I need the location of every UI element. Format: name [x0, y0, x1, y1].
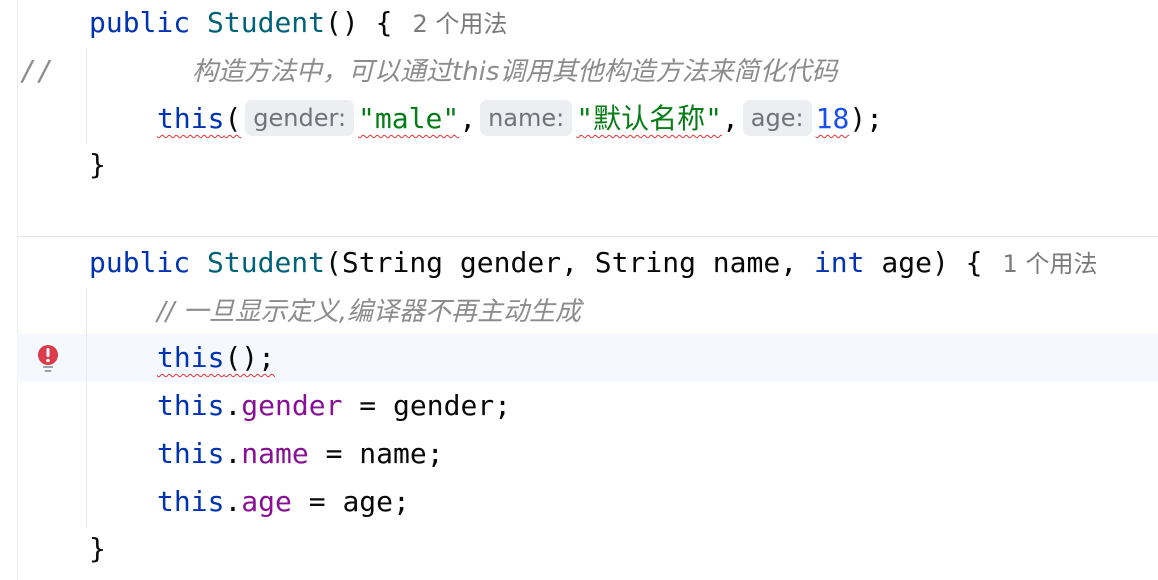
open-paren: ( — [325, 246, 342, 279]
open-paren: ( — [224, 102, 242, 135]
param-hint-name: name: — [480, 100, 573, 136]
code-line-close-brace1[interactable]: } — [89, 141, 106, 189]
type-string-1[interactable]: String — [342, 246, 443, 279]
code-line-assign-age[interactable]: this.age = age; — [157, 478, 410, 526]
keyword-this: this — [157, 389, 225, 422]
code-line-assign-name[interactable]: this.name = name; — [157, 430, 444, 478]
indent-guide-1 — [86, 48, 87, 144]
code-line-comment2[interactable]: // 一旦显示定义,编译器不再主动生成 — [157, 287, 581, 335]
method-separator — [17, 236, 1158, 237]
keyword-public: public — [89, 6, 191, 39]
assign-rest: = name; — [308, 437, 444, 470]
keyword-this[interactable]: this — [157, 102, 224, 135]
code-line-close-brace2[interactable]: } — [89, 525, 106, 573]
arg-age[interactable]: 18 — [816, 102, 850, 135]
type-string-2[interactable]: String — [595, 246, 696, 279]
open-brace: { — [375, 6, 393, 39]
usages-link[interactable]: 1 个用法 — [1003, 250, 1098, 278]
code-line-constructor1-signature[interactable]: public Student() {2 个用法 — [89, 0, 507, 47]
close-brace: } — [89, 148, 106, 181]
param-name[interactable]: name — [713, 246, 780, 279]
gutter-border — [17, 0, 18, 580]
field-age[interactable]: age — [241, 485, 292, 518]
usages-link[interactable]: 2 个用法 — [412, 10, 507, 38]
call-rest: (); — [224, 341, 276, 374]
constructor-name[interactable]: Student — [207, 246, 325, 279]
code-line-comment1[interactable]: 构造方法中，可以通过this调用其他构造方法来简化代码 — [192, 47, 837, 95]
close-paren: ); — [849, 102, 884, 135]
arg-name[interactable]: "默认名称" — [576, 102, 722, 135]
param-age[interactable]: age — [881, 246, 932, 279]
code-line-constructor2-signature[interactable]: public Student(String gender, String nam… — [89, 239, 1097, 287]
keyword-this[interactable]: this — [157, 341, 224, 374]
param-hint-gender: gender: — [245, 100, 355, 136]
close-brace: } — [89, 532, 106, 565]
comment-text: 构造方法中，可以通过this调用其他构造方法来简化代码 — [192, 57, 838, 87]
error-bulb-icon[interactable] — [36, 344, 60, 374]
constructor-name[interactable]: Student — [207, 6, 325, 39]
indent-guide-2 — [86, 288, 87, 528]
type-int: int — [813, 246, 865, 279]
keyword-public: public — [89, 246, 191, 279]
code-line-this-call[interactable]: this(gender: "male", name: "默认名称", age: 18); — [157, 95, 883, 143]
field-name[interactable]: name — [241, 437, 308, 470]
code-line-this-empty-call[interactable]: this(); — [157, 334, 275, 382]
gutter-comment-marker: // — [20, 54, 54, 87]
param-hint-age: age: — [742, 100, 812, 136]
keyword-this: this — [157, 485, 225, 518]
params: () — [325, 6, 359, 39]
comment-text: // 一旦显示定义,编译器不再主动生成 — [157, 297, 582, 327]
assign-rest: = age; — [291, 485, 410, 518]
close-paren-brace: ) { — [931, 246, 983, 279]
arg-gender[interactable]: "male" — [358, 102, 459, 135]
field-gender[interactable]: gender — [241, 389, 342, 422]
code-line-assign-gender[interactable]: this.gender = gender; — [157, 382, 511, 430]
param-gender[interactable]: gender — [460, 246, 561, 279]
keyword-this: this — [157, 437, 225, 470]
assign-rest: = gender; — [342, 389, 512, 422]
